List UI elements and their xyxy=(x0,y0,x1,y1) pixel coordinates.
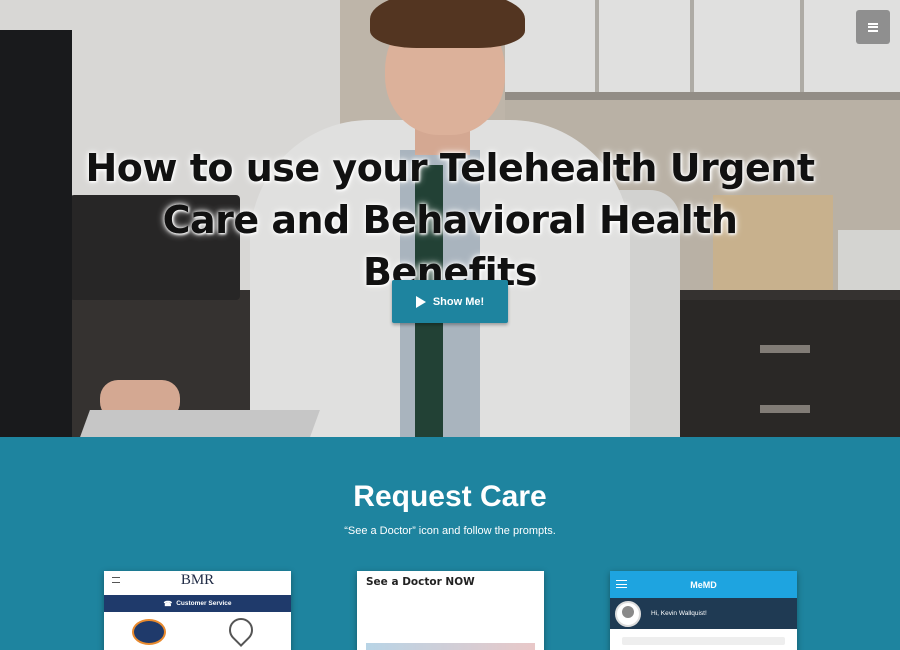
bmr-logo: BMR xyxy=(180,571,215,588)
customer-service-label: Customer Service xyxy=(176,600,232,607)
hamburger-icon xyxy=(616,580,627,588)
location-pin-icon xyxy=(224,613,258,647)
phone-icon: ☎ xyxy=(163,600,173,608)
memd-greeting: Hi, Kevin Wallquist! xyxy=(651,610,707,617)
phone-screenshot-bmr: BMR ☎ Customer Service xyxy=(104,571,291,650)
hamburger-icon xyxy=(112,577,120,583)
show-me-button-label: Show Me! xyxy=(432,295,485,308)
play-icon xyxy=(415,295,426,308)
memd-header: MeMD xyxy=(610,571,797,598)
see-doctor-title: See a Doctor NOW xyxy=(366,576,475,588)
hero-title: How to use your Telehealth Urgent Care a… xyxy=(85,146,816,294)
customer-service-bar: ☎ Customer Service xyxy=(104,595,291,612)
phone-screenshot-memd: MeMD Hi, Kevin Wallquist! xyxy=(610,571,797,650)
hero-section: How to use your Telehealth Urgent Care a… xyxy=(0,0,900,437)
section-subtitle: “See a Doctor” icon and follow the promp… xyxy=(344,525,556,537)
section-title: Request Care xyxy=(353,480,547,513)
show-me-button[interactable]: Show Me! xyxy=(392,280,508,323)
chat-icon xyxy=(132,619,166,645)
see-doctor-image xyxy=(366,643,535,650)
bmr-header: BMR xyxy=(104,571,291,589)
menu-button[interactable] xyxy=(856,10,890,44)
avatar xyxy=(615,600,641,627)
phone-screenshot-see-doctor: See a Doctor NOW xyxy=(357,571,544,650)
memd-user-bar: Hi, Kevin Wallquist! xyxy=(610,598,797,629)
hamburger-icon xyxy=(868,22,878,32)
memd-logo: MeMD xyxy=(690,579,717,590)
